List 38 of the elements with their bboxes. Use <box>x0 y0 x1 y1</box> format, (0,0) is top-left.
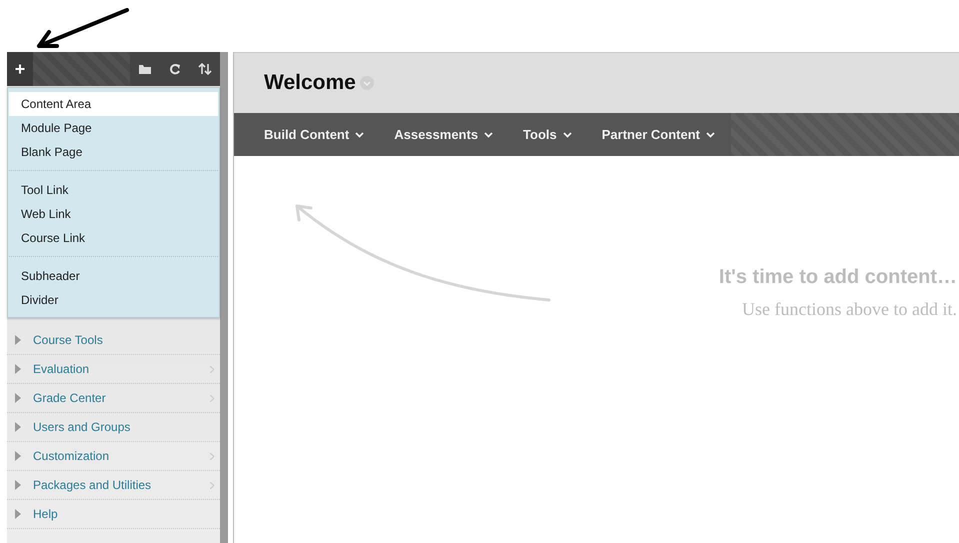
expand-triangle-icon[interactable] <box>15 335 21 345</box>
caret-icon <box>706 132 715 138</box>
course-menu-link[interactable]: Packages and Utilities <box>33 478 198 492</box>
action-menu-button[interactable]: Partner Content <box>602 127 715 142</box>
course-menu-link[interactable]: Customization <box>33 449 198 463</box>
menu-item[interactable]: Course Link <box>9 226 218 250</box>
empty-state-message: Use functions above to add it. <box>741 299 957 320</box>
folder-icon[interactable] <box>138 63 152 75</box>
course-menu-link[interactable]: Users and Groups <box>33 420 220 434</box>
add-menu-item-button[interactable]: + <box>7 52 33 86</box>
caret-icon <box>484 132 494 138</box>
action-menu-button[interactable]: Build Content <box>264 127 364 142</box>
caret-icon <box>562 132 572 138</box>
action-menu-button[interactable]: Tools <box>523 127 572 142</box>
course-menu-link[interactable]: Help <box>33 507 220 521</box>
expand-triangle-icon[interactable] <box>15 480 21 490</box>
empty-state-heading: It's time to add content… <box>718 266 957 289</box>
menu-item[interactable]: Tool Link <box>9 178 218 202</box>
course-menu-link[interactable]: Grade Center <box>33 391 198 405</box>
menu-item[interactable]: Module Page <box>9 116 218 140</box>
course-menu-link[interactable]: Course Tools <box>33 333 220 347</box>
expand-triangle-icon[interactable] <box>15 509 21 519</box>
expand-triangle-icon[interactable] <box>15 393 21 403</box>
expand-triangle-icon[interactable] <box>15 364 21 374</box>
refresh-icon[interactable] <box>169 63 181 75</box>
sort-arrows-icon[interactable] <box>198 63 212 75</box>
action-menu-button[interactable]: Assessments <box>394 127 494 142</box>
expand-triangle-icon[interactable] <box>15 422 21 432</box>
menu-item[interactable]: Content Area <box>9 92 218 116</box>
course-menu-link[interactable]: Evaluation <box>33 362 198 376</box>
options-chevron-icon[interactable] <box>360 76 374 90</box>
expand-triangle-icon[interactable] <box>15 451 21 461</box>
menu-item[interactable]: Web Link <box>9 202 218 226</box>
menu-item[interactable]: Blank Page <box>9 140 218 164</box>
menu-item[interactable]: Divider <box>9 288 218 312</box>
menu-item[interactable]: Subheader <box>9 264 218 288</box>
page-title: Welcome <box>264 71 356 95</box>
caret-icon <box>355 132 364 138</box>
